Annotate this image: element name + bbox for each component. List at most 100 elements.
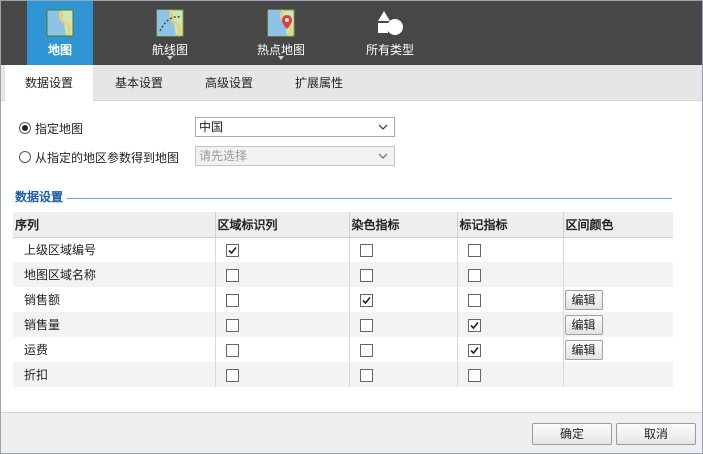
tab-extended-properties[interactable]: 扩展属性	[277, 65, 361, 101]
map-select-value: 中国	[199, 120, 224, 134]
toolbar-item-map[interactable]: 地图	[27, 1, 93, 65]
section-title: 数据设置	[15, 190, 64, 204]
color-metric-cell	[348, 237, 457, 262]
section-divider	[67, 198, 672, 199]
edit-button[interactable]: 编辑	[564, 314, 603, 335]
mark-metric-checkbox[interactable]	[467, 293, 481, 307]
column-header: 区间颜色	[562, 212, 673, 238]
color-metric-cell	[348, 362, 457, 387]
color-metric-checkbox[interactable]	[359, 343, 373, 357]
region-id-checkbox[interactable]	[225, 268, 239, 282]
mark-metric-cell	[456, 337, 563, 362]
column-header: 标记指标	[456, 212, 563, 238]
column-header: 区域标识列	[214, 212, 349, 238]
range-color-cell	[562, 237, 673, 262]
mark-metric-cell	[456, 287, 563, 312]
column-header: 染色指标	[348, 212, 457, 238]
mark-metric-checkbox[interactable]	[467, 318, 481, 332]
toolbar-item-route-map[interactable]: 航线图	[135, 1, 205, 65]
tab-advanced-settings[interactable]: 高级设置	[187, 65, 271, 101]
cancel-button[interactable]: 取消	[616, 423, 696, 445]
mark-metric-cell	[456, 237, 563, 262]
toolbar-label: 所有类型	[365, 43, 414, 57]
mark-metric-cell	[456, 362, 563, 387]
chevron-down-icon	[378, 153, 388, 159]
specify-map-radio[interactable]	[19, 122, 31, 134]
table-row: 上级区域编号	[13, 237, 673, 262]
table-row: 销售额 编辑	[13, 287, 673, 312]
shapes-icon	[378, 11, 403, 35]
chevron-down-icon	[278, 56, 284, 60]
region-param-placeholder: 请先选择	[199, 149, 248, 163]
color-metric-checkbox[interactable]	[359, 293, 373, 307]
chart-settings-dialog: 地图 航线图 热点地图 所有类型 数据设置 基本设置 高级设置 扩展属性 指定地…	[0, 0, 703, 454]
color-metric-cell	[348, 337, 457, 362]
table-header-row: 序列 区域标识列 染色指标 标记指标 区间颜色	[13, 212, 673, 238]
toolbar-item-all-types[interactable]: 所有类型	[353, 1, 427, 65]
color-metric-cell	[348, 262, 457, 287]
series-name: 地图区域名称	[13, 262, 215, 287]
settings-tabs: 数据设置 基本设置 高级设置 扩展属性	[1, 65, 702, 102]
series-name: 运费	[24, 343, 49, 357]
color-metric-checkbox[interactable]	[359, 368, 373, 382]
chevron-down-icon	[167, 56, 173, 60]
mark-metric-checkbox[interactable]	[467, 343, 481, 357]
region-id-cell	[214, 237, 349, 262]
specify-map-option[interactable]: 指定地图	[19, 119, 83, 137]
toolbar-label: 地图	[47, 43, 72, 57]
ok-button[interactable]: 确定	[532, 423, 612, 445]
series-name: 折扣	[13, 362, 215, 387]
mark-metric-checkbox[interactable]	[467, 268, 481, 282]
region-id-cell	[214, 362, 349, 387]
map-select[interactable]: 中国	[195, 117, 395, 137]
color-metric-cell	[348, 312, 457, 337]
range-color-cell	[562, 262, 673, 287]
mark-metric-cell	[456, 262, 563, 287]
mark-metric-cell	[456, 312, 563, 337]
map-icon	[46, 9, 74, 37]
range-color-cell: 编辑	[562, 287, 673, 312]
route-map-icon	[156, 9, 184, 37]
range-color-cell	[562, 362, 673, 387]
hotspot-map-icon	[267, 9, 295, 37]
tab-basic-settings[interactable]: 基本设置	[97, 65, 181, 101]
map-from-param-radio[interactable]	[19, 151, 31, 163]
series-name: 销售额	[24, 293, 61, 307]
region-id-checkbox[interactable]	[225, 293, 239, 307]
data-settings-table: 序列 区域标识列 染色指标 标记指标 区间颜色 上级区域编号 地图区域名称 销售额编…	[13, 212, 673, 387]
region-id-cell	[214, 262, 349, 287]
toolbar-item-hotspot-map[interactable]: 热点地图	[245, 1, 317, 65]
specify-map-label: 指定地图	[35, 121, 84, 136]
edit-button[interactable]: 编辑	[564, 289, 603, 310]
chart-type-toolbar: 地图 航线图 热点地图 所有类型	[1, 1, 702, 65]
dialog-footer: 确定 取消	[1, 412, 702, 453]
color-metric-checkbox[interactable]	[359, 318, 373, 332]
mark-metric-checkbox[interactable]	[467, 368, 481, 382]
region-id-cell	[214, 312, 349, 337]
table-row: 销售量 编辑	[13, 312, 673, 337]
map-from-param-label: 从指定的地区参数得到地图	[35, 150, 180, 165]
region-param-select[interactable]: 请先选择	[195, 146, 395, 166]
color-metric-cell	[348, 287, 457, 312]
region-id-checkbox[interactable]	[225, 318, 239, 332]
mark-metric-checkbox[interactable]	[467, 243, 481, 257]
region-id-cell	[214, 337, 349, 362]
range-color-cell: 编辑	[562, 312, 673, 337]
region-id-cell	[214, 287, 349, 312]
tab-data-settings[interactable]: 数据设置	[5, 65, 93, 102]
color-metric-checkbox[interactable]	[359, 268, 373, 282]
region-id-checkbox[interactable]	[225, 343, 239, 357]
region-id-checkbox[interactable]	[225, 368, 239, 382]
map-from-param-option[interactable]: 从指定的地区参数得到地图	[19, 148, 179, 166]
range-color-cell: 编辑	[562, 337, 673, 362]
column-header: 序列	[13, 212, 215, 238]
chevron-down-icon	[378, 124, 388, 130]
color-metric-checkbox[interactable]	[359, 243, 373, 257]
region-id-checkbox[interactable]	[225, 243, 239, 257]
series-name: 销售量	[13, 312, 215, 337]
table-row: 地图区域名称	[13, 262, 673, 287]
table-row: 折扣	[13, 362, 673, 387]
edit-button[interactable]: 编辑	[564, 339, 603, 360]
series-name: 上级区域编号	[24, 243, 97, 258]
table-row: 运费 编辑	[13, 337, 673, 362]
